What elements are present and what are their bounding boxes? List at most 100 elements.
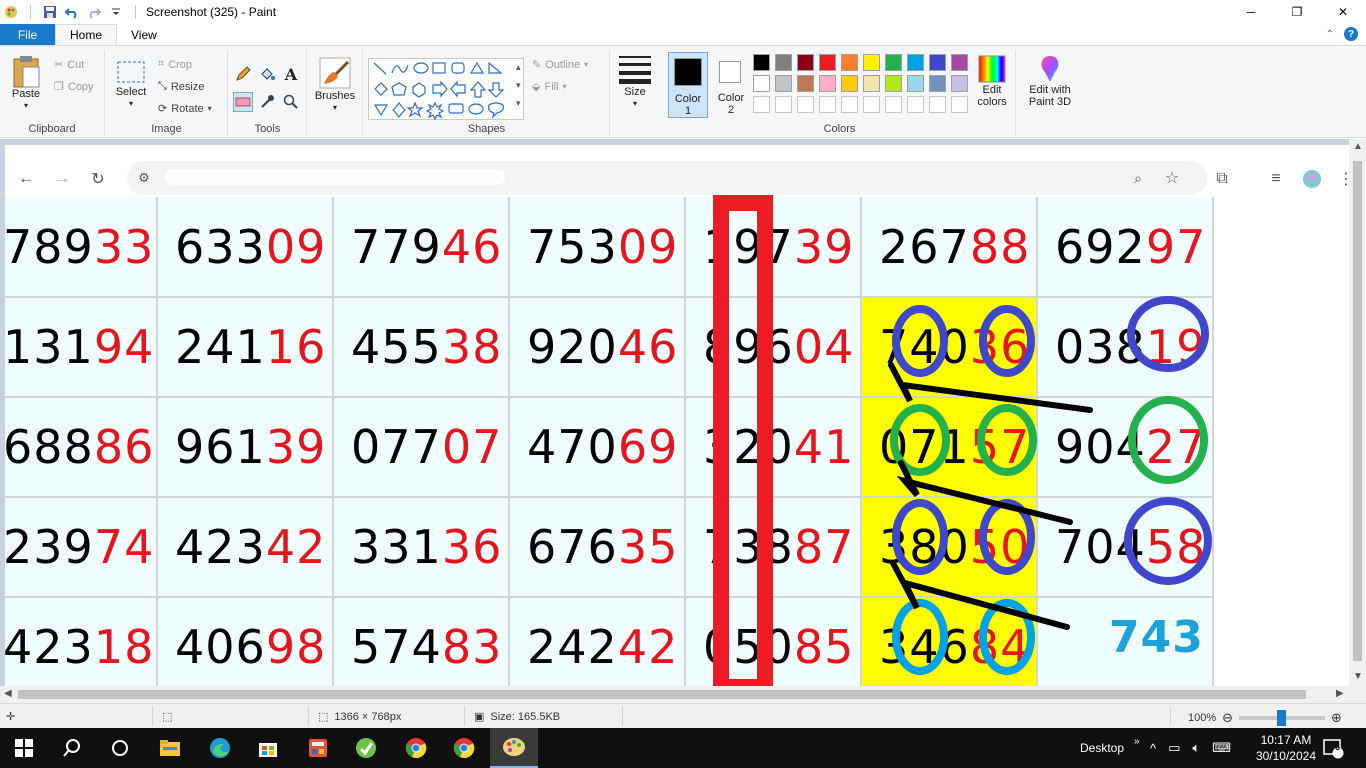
cut-button[interactable]: ✂ Cut <box>54 58 84 72</box>
fill-button[interactable]: ⬙ Fill ▾ <box>532 80 567 94</box>
zoom-slider[interactable] <box>1239 710 1326 726</box>
clock[interactable]: 10:17 AM 30/10/2024 <box>1256 732 1316 764</box>
keyboard-icon[interactable]: ⌨ <box>1212 740 1231 756</box>
scroll-up-icon[interactable]: ▲ <box>1353 141 1363 152</box>
palette-swatch[interactable] <box>951 75 968 92</box>
size-button[interactable]: Size ▾ <box>614 52 656 110</box>
rotate-button[interactable]: ⟳ Rotate ▾ <box>158 102 212 116</box>
minimize-button[interactable]: ─ <box>1228 0 1274 24</box>
shapes-scroll-up-icon[interactable]: ▴ <box>516 62 521 73</box>
custom-color-slot[interactable] <box>929 96 946 113</box>
copy-button[interactable]: ❐ Copy <box>54 80 94 94</box>
custom-color-slot[interactable] <box>753 96 770 113</box>
brushes-button[interactable]: Brushes ▾ <box>314 56 356 114</box>
notification-center-icon[interactable]: 6 <box>1322 728 1344 768</box>
color2-button[interactable]: Color 2 <box>712 52 750 118</box>
palette-swatch[interactable] <box>841 54 858 71</box>
paste-button[interactable]: Paste ▾ <box>8 54 44 112</box>
file-explorer-icon[interactable] <box>146 728 194 768</box>
volume-icon[interactable]: 🔈︎ <box>1192 740 1200 756</box>
palette-swatch[interactable] <box>775 75 792 92</box>
palette-swatch[interactable] <box>929 75 946 92</box>
custom-color-slot[interactable] <box>863 96 880 113</box>
palette-swatch[interactable] <box>753 54 770 71</box>
palette-swatch[interactable] <box>863 75 880 92</box>
scroll-down-icon[interactable]: ▼ <box>1353 671 1363 682</box>
crop-button[interactable]: ⌗ Crop <box>158 58 192 71</box>
shapes-expand-icon[interactable]: ▾ <box>516 98 521 109</box>
magnifier-icon[interactable] <box>281 92 301 112</box>
status-bar: ✛ ⬚ ⬚ 1366 × 768px ▣ Size: 165.5KB 100% … <box>0 703 1366 728</box>
canvas[interactable]: ← → ↻ ⚙ ⌕ ☆ ⧉ ≡ ⋮ 789 33 633 09 779 46 753 09 19… <box>5 145 1356 687</box>
redo-icon[interactable] <box>87 5 101 19</box>
palette-swatch[interactable] <box>929 54 946 71</box>
chrome-browser-icon[interactable] <box>392 728 440 768</box>
palette-swatch[interactable] <box>885 54 902 71</box>
task-view-icon[interactable] <box>96 728 144 768</box>
color1-button[interactable]: Color 1 <box>668 52 708 118</box>
custom-color-slot[interactable] <box>775 96 792 113</box>
maximize-button[interactable]: ❐ <box>1274 0 1320 24</box>
help-icon[interactable]: ? <box>1344 27 1358 41</box>
tab-home[interactable]: Home <box>55 24 118 45</box>
palette-swatch[interactable] <box>907 75 924 92</box>
palette-swatch[interactable] <box>819 54 836 71</box>
custom-color-slot[interactable] <box>907 96 924 113</box>
palette-swatch[interactable] <box>885 75 902 92</box>
calculator-app-icon[interactable] <box>294 728 342 768</box>
color-picker-icon[interactable] <box>257 92 277 112</box>
undo-icon[interactable] <box>65 5 79 19</box>
custom-color-slot[interactable] <box>819 96 836 113</box>
horizontal-scrollbar[interactable]: ◀ ▶ <box>0 686 1366 703</box>
text-tool-icon[interactable]: A <box>281 64 301 84</box>
vertical-scroll-thumb[interactable] <box>1353 161 1362 661</box>
horizontal-scroll-thumb[interactable] <box>18 690 1306 699</box>
palette-swatch[interactable] <box>797 54 814 71</box>
palette-swatch[interactable] <box>907 54 924 71</box>
zoom-slider-thumb[interactable] <box>1277 710 1287 726</box>
palette-swatch[interactable] <box>863 54 880 71</box>
network-icon[interactable]: ▭ <box>1168 740 1180 756</box>
green-app-icon[interactable] <box>342 728 390 768</box>
tab-file[interactable]: File <box>0 24 55 45</box>
edge-browser-icon[interactable] <box>196 728 244 768</box>
custom-color-slot[interactable] <box>951 96 968 113</box>
palette-swatch[interactable] <box>775 54 792 71</box>
windows-start-icon[interactable] <box>0 728 48 768</box>
scroll-right-icon[interactable]: ▶ <box>1336 688 1344 699</box>
palette-swatch[interactable] <box>753 75 770 92</box>
palette-swatch[interactable] <box>951 54 968 71</box>
save-icon[interactable] <box>43 5 57 19</box>
close-button[interactable]: ✕ <box>1320 0 1366 24</box>
select-button[interactable]: Select ▾ <box>114 58 148 110</box>
tab-view[interactable]: View <box>117 24 171 45</box>
resize-button[interactable]: ⤡ Resize <box>158 80 204 93</box>
palette-swatch[interactable] <box>841 75 858 92</box>
shapes-gallery[interactable] <box>368 58 524 121</box>
scroll-left-icon[interactable]: ◀ <box>4 688 12 699</box>
number-prefix: 738 <box>703 520 794 574</box>
store-icon[interactable] <box>244 728 292 768</box>
custom-color-slot[interactable] <box>885 96 902 113</box>
customize-toolbar-icon[interactable] <box>109 5 123 19</box>
edit-colors-button[interactable]: Edit colors <box>974 54 1010 108</box>
palette-swatch[interactable] <box>797 75 814 92</box>
pencil-icon[interactable] <box>233 64 253 84</box>
show-hidden-icons-icon[interactable]: ^ <box>1150 741 1156 756</box>
outline-button[interactable]: ✎ Outline ▾ <box>532 58 588 72</box>
zoom-in-icon[interactable]: ⊕ <box>1331 710 1342 726</box>
custom-color-slot[interactable] <box>841 96 858 113</box>
custom-color-slot[interactable] <box>797 96 814 113</box>
edit-with-paint3d-button[interactable]: Edit with Paint 3D <box>1022 54 1078 108</box>
collapse-ribbon-icon[interactable]: ⌃ <box>1326 29 1334 40</box>
desktop-toolbar[interactable]: Desktop » <box>1080 728 1140 768</box>
palette-swatch[interactable] <box>819 75 836 92</box>
zoom-out-icon[interactable]: ⊖ <box>1222 710 1233 726</box>
eraser-icon[interactable] <box>233 92 253 112</box>
chrome-browser-icon[interactable] <box>440 728 488 768</box>
fill-bucket-icon[interactable] <box>257 64 277 84</box>
shapes-scroll-down-icon[interactable]: ▾ <box>516 80 521 91</box>
vertical-scrollbar[interactable]: ▲ ▼ <box>1349 139 1366 687</box>
search-icon[interactable] <box>48 728 96 768</box>
paint-taskbar-icon[interactable] <box>490 728 538 768</box>
